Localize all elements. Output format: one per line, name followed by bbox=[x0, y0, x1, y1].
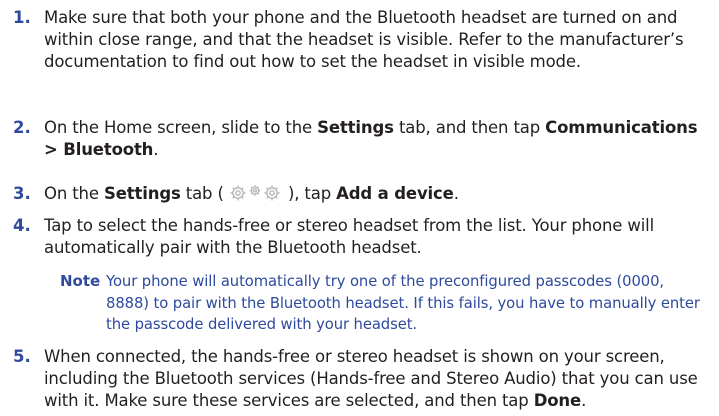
step-number: 2. bbox=[13, 118, 31, 137]
step-text: When connected, the hands-free or stereo… bbox=[44, 347, 698, 410]
step-text: Tap to select the hands-free or stereo h… bbox=[44, 216, 655, 257]
step-number: 5. bbox=[13, 347, 31, 366]
settings-tab-label: Settings bbox=[317, 118, 394, 137]
settings-gears-icon bbox=[230, 185, 280, 201]
note-text: Your phone will automatically try one of… bbox=[106, 273, 700, 333]
add-a-device-label: Add a device bbox=[336, 184, 454, 203]
step-number: 1. bbox=[13, 8, 31, 27]
step-text: Make sure that both your phone and the B… bbox=[44, 8, 684, 71]
step-number: 3. bbox=[13, 184, 31, 203]
step-text: On the Settings tab ( ), tap Add a devic… bbox=[44, 184, 459, 203]
step-number: 4. bbox=[13, 216, 31, 235]
note-label: Note bbox=[60, 272, 101, 290]
step-text: On the Home screen, slide to the Setting… bbox=[44, 118, 698, 159]
done-label: Done bbox=[533, 391, 582, 410]
settings-tab-label: Settings bbox=[103, 184, 181, 203]
